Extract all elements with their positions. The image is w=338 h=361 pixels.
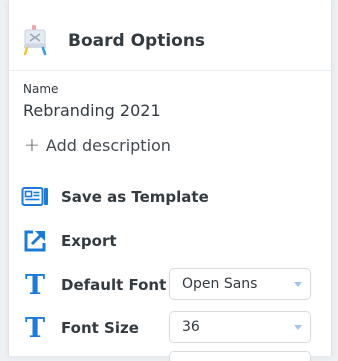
text-t-icon: T bbox=[24, 312, 46, 344]
font-size-select[interactable]: 36 bbox=[169, 311, 311, 343]
export-label: Export bbox=[61, 232, 117, 250]
name-label: Name bbox=[23, 82, 59, 96]
add-description-label: Add description bbox=[45, 135, 171, 155]
export-button[interactable]: Export bbox=[21, 226, 321, 256]
plus-icon: + bbox=[24, 133, 40, 156]
font-size-value: 36 bbox=[182, 319, 200, 335]
default-font-select[interactable]: Open Sans bbox=[169, 268, 311, 300]
chevron-down-icon bbox=[294, 325, 302, 330]
export-icon bbox=[21, 227, 49, 255]
default-font-label: Default Font bbox=[61, 276, 167, 294]
panel-title: Board Options bbox=[68, 31, 206, 51]
next-select-partial[interactable] bbox=[169, 351, 311, 361]
board-easel-icon bbox=[21, 24, 51, 56]
board-name-field[interactable]: Rebranding 2021 bbox=[23, 101, 161, 120]
save-as-template-button[interactable]: Save as Template bbox=[21, 182, 321, 212]
panel-header: Board Options bbox=[9, 0, 331, 71]
add-description-button[interactable]: + Add description bbox=[24, 134, 171, 156]
board-options-panel: Board Options Name Rebranding 2021 + Add… bbox=[8, 0, 332, 361]
save-as-template-label: Save as Template bbox=[61, 188, 209, 206]
text-t-icon: T bbox=[24, 269, 46, 301]
template-icon bbox=[21, 183, 49, 211]
font-size-label: Font Size bbox=[61, 319, 139, 337]
default-font-value: Open Sans bbox=[182, 276, 258, 292]
chevron-down-icon bbox=[294, 282, 302, 287]
